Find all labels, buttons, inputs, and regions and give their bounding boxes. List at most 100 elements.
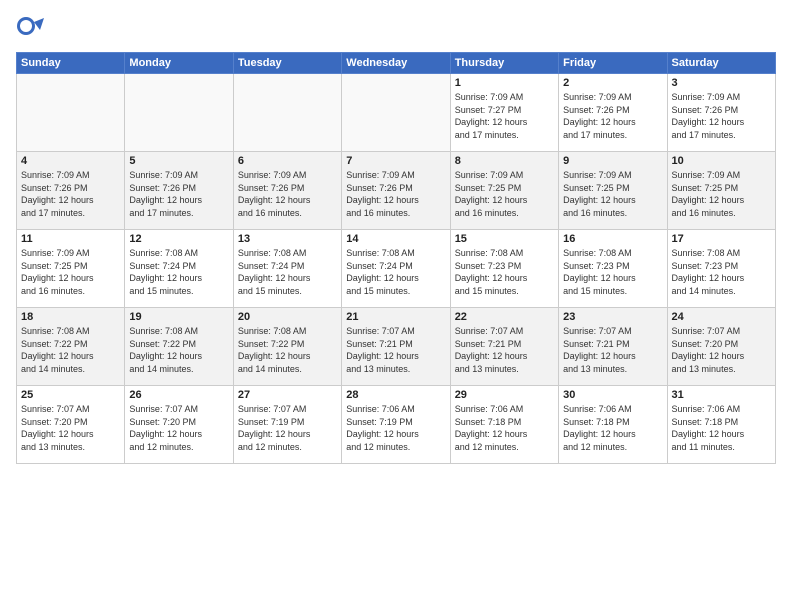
day-number: 27 (238, 389, 337, 401)
weekday-header-wednesday: Wednesday (342, 53, 450, 74)
day-number: 13 (238, 233, 337, 245)
calendar-day-25: 25 Sunrise: 7:07 AM Sunset: 7:20 PM Dayli… (17, 386, 125, 464)
day-info: Sunrise: 7:09 AM Sunset: 7:25 PM Dayligh… (563, 169, 662, 219)
calendar-day-8: 8 Sunrise: 7:09 AM Sunset: 7:25 PM Daylig… (450, 152, 558, 230)
calendar-week-row: 1 Sunrise: 7:09 AM Sunset: 7:27 PM Daylig… (17, 74, 776, 152)
day-info: Sunrise: 7:09 AM Sunset: 7:25 PM Dayligh… (21, 247, 120, 297)
day-number: 14 (346, 233, 445, 245)
calendar-day-18: 18 Sunrise: 7:08 AM Sunset: 7:22 PM Dayli… (17, 308, 125, 386)
day-number: 3 (672, 77, 771, 89)
calendar-day-28: 28Sunrise: 7:06 AM Sunset: 7:19 PM Dayli… (342, 386, 450, 464)
day-info: Sunrise: 7:08 AM Sunset: 7:22 PM Dayligh… (21, 325, 120, 375)
calendar-day-2: 2 Sunrise: 7:09 AM Sunset: 7:26 PM Daylig… (559, 74, 667, 152)
calendar-day-30: 30Sunrise: 7:06 AM Sunset: 7:18 PM Dayli… (559, 386, 667, 464)
weekday-header-sunday: Sunday (17, 53, 125, 74)
day-number: 26 (129, 389, 228, 401)
day-info: Sunrise: 7:09 AM Sunset: 7:25 PM Dayligh… (672, 169, 771, 219)
day-info: Sunrise: 7:07 AM Sunset: 7:19 PM Dayligh… (238, 403, 337, 453)
day-info: Sunrise: 7:07 AM Sunset: 7:21 PM Dayligh… (455, 325, 554, 375)
day-info: Sunrise: 7:08 AM Sunset: 7:24 PM Dayligh… (346, 247, 445, 297)
day-info: Sunrise: 7:09 AM Sunset: 7:25 PM Dayligh… (455, 169, 554, 219)
calendar-empty-cell (17, 74, 125, 152)
day-number: 17 (672, 233, 771, 245)
day-info: Sunrise: 7:08 AM Sunset: 7:23 PM Dayligh… (672, 247, 771, 297)
calendar-week-row: 18 Sunrise: 7:08 AM Sunset: 7:22 PM Dayli… (17, 308, 776, 386)
day-number: 29 (455, 389, 554, 401)
calendar-day-3: 3 Sunrise: 7:09 AM Sunset: 7:26 PM Daylig… (667, 74, 775, 152)
calendar-empty-cell (342, 74, 450, 152)
day-number: 19 (129, 311, 228, 323)
day-info: Sunrise: 7:09 AM Sunset: 7:26 PM Dayligh… (21, 169, 120, 219)
weekday-header-saturday: Saturday (667, 53, 775, 74)
day-info: Sunrise: 7:07 AM Sunset: 7:21 PM Dayligh… (563, 325, 662, 375)
day-number: 1 (455, 77, 554, 89)
day-info: Sunrise: 7:08 AM Sunset: 7:22 PM Dayligh… (238, 325, 337, 375)
day-info: Sunrise: 7:07 AM Sunset: 7:20 PM Dayligh… (129, 403, 228, 453)
day-info: Sunrise: 7:08 AM Sunset: 7:22 PM Dayligh… (129, 325, 228, 375)
calendar-week-row: 4 Sunrise: 7:09 AM Sunset: 7:26 PM Daylig… (17, 152, 776, 230)
day-number: 8 (455, 155, 554, 167)
day-number: 22 (455, 311, 554, 323)
day-number: 7 (346, 155, 445, 167)
calendar-day-4: 4 Sunrise: 7:09 AM Sunset: 7:26 PM Daylig… (17, 152, 125, 230)
day-info: Sunrise: 7:09 AM Sunset: 7:26 PM Dayligh… (238, 169, 337, 219)
day-info: Sunrise: 7:08 AM Sunset: 7:24 PM Dayligh… (129, 247, 228, 297)
day-number: 30 (563, 389, 662, 401)
day-number: 31 (672, 389, 771, 401)
weekday-header-friday: Friday (559, 53, 667, 74)
page: SundayMondayTuesdayWednesdayThursdayFrid… (0, 0, 792, 612)
calendar-day-10: 10 Sunrise: 7:09 AM Sunset: 7:25 PM Dayli… (667, 152, 775, 230)
day-info: Sunrise: 7:09 AM Sunset: 7:27 PM Dayligh… (455, 91, 554, 141)
day-number: 5 (129, 155, 228, 167)
calendar-day-1: 1 Sunrise: 7:09 AM Sunset: 7:27 PM Daylig… (450, 74, 558, 152)
day-number: 12 (129, 233, 228, 245)
calendar-day-29: 29 Sunrise: 7:06 AM Sunset: 7:18 PM Dayli… (450, 386, 558, 464)
day-number: 11 (21, 233, 120, 245)
calendar-week-row: 11 Sunrise: 7:09 AM Sunset: 7:25 PM Dayli… (17, 230, 776, 308)
calendar-day-16: 16Sunrise: 7:08 AM Sunset: 7:23 PM Dayli… (559, 230, 667, 308)
day-number: 25 (21, 389, 120, 401)
day-number: 4 (21, 155, 120, 167)
day-info: Sunrise: 7:09 AM Sunset: 7:26 PM Dayligh… (129, 169, 228, 219)
calendar-empty-cell (125, 74, 233, 152)
calendar-day-7: 7Sunrise: 7:09 AM Sunset: 7:26 PM Daylig… (342, 152, 450, 230)
logo (16, 16, 46, 44)
day-info: Sunrise: 7:09 AM Sunset: 7:26 PM Dayligh… (672, 91, 771, 141)
day-info: Sunrise: 7:07 AM Sunset: 7:20 PM Dayligh… (21, 403, 120, 453)
day-info: Sunrise: 7:08 AM Sunset: 7:23 PM Dayligh… (563, 247, 662, 297)
day-number: 20 (238, 311, 337, 323)
day-info: Sunrise: 7:09 AM Sunset: 7:26 PM Dayligh… (563, 91, 662, 141)
calendar-day-11: 11 Sunrise: 7:09 AM Sunset: 7:25 PM Dayli… (17, 230, 125, 308)
calendar-day-12: 12 Sunrise: 7:08 AM Sunset: 7:24 PM Dayli… (125, 230, 233, 308)
day-number: 9 (563, 155, 662, 167)
day-number: 2 (563, 77, 662, 89)
calendar-day-27: 27 Sunrise: 7:07 AM Sunset: 7:19 PM Dayli… (233, 386, 341, 464)
day-number: 21 (346, 311, 445, 323)
day-number: 23 (563, 311, 662, 323)
calendar-day-9: 9 Sunrise: 7:09 AM Sunset: 7:25 PM Daylig… (559, 152, 667, 230)
day-info: Sunrise: 7:08 AM Sunset: 7:24 PM Dayligh… (238, 247, 337, 297)
weekday-header-monday: Monday (125, 53, 233, 74)
calendar-day-22: 22 Sunrise: 7:07 AM Sunset: 7:21 PM Dayli… (450, 308, 558, 386)
calendar-day-13: 13 Sunrise: 7:08 AM Sunset: 7:24 PM Dayli… (233, 230, 341, 308)
calendar-day-24: 24Sunrise: 7:07 AM Sunset: 7:20 PM Dayli… (667, 308, 775, 386)
logo-icon (16, 16, 44, 44)
day-info: Sunrise: 7:06 AM Sunset: 7:18 PM Dayligh… (455, 403, 554, 453)
day-number: 15 (455, 233, 554, 245)
weekday-header-tuesday: Tuesday (233, 53, 341, 74)
day-number: 28 (346, 389, 445, 401)
calendar-day-15: 15 Sunrise: 7:08 AM Sunset: 7:23 PM Dayli… (450, 230, 558, 308)
calendar-week-row: 25 Sunrise: 7:07 AM Sunset: 7:20 PM Dayli… (17, 386, 776, 464)
weekday-header-thursday: Thursday (450, 53, 558, 74)
calendar-day-5: 5 Sunrise: 7:09 AM Sunset: 7:26 PM Daylig… (125, 152, 233, 230)
day-info: Sunrise: 7:08 AM Sunset: 7:23 PM Dayligh… (455, 247, 554, 297)
day-number: 6 (238, 155, 337, 167)
header (16, 16, 776, 44)
calendar-day-19: 19 Sunrise: 7:08 AM Sunset: 7:22 PM Dayli… (125, 308, 233, 386)
day-number: 18 (21, 311, 120, 323)
calendar-day-31: 31Sunrise: 7:06 AM Sunset: 7:18 PM Dayli… (667, 386, 775, 464)
calendar-day-23: 23 Sunrise: 7:07 AM Sunset: 7:21 PM Dayli… (559, 308, 667, 386)
calendar-day-17: 17 Sunrise: 7:08 AM Sunset: 7:23 PM Dayli… (667, 230, 775, 308)
calendar-empty-cell (233, 74, 341, 152)
day-number: 10 (672, 155, 771, 167)
